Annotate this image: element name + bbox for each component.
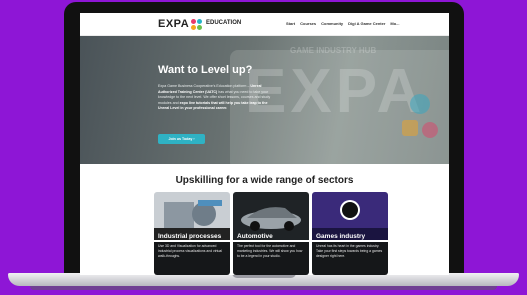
card-games-industry[interactable]: Games industry Unreal has its heart in t… [312,192,388,275]
website-screen: EXPA EDUCATION Start Courses Community D… [80,13,449,275]
section-name: EDUCATION [206,20,242,26]
top-navigation: EXPA EDUCATION Start Courses Community D… [80,13,449,36]
menu-item-courses[interactable]: Courses [300,21,316,26]
card-automotive[interactable]: Automotive The perfect tool for the auto… [233,192,309,275]
card-label: Games industry [316,233,366,240]
card-description: The perfect tool for the automotive and … [233,242,309,275]
menu-item-community[interactable]: Community [321,21,343,26]
logo-dots-icon [191,18,203,30]
card-description: Use 3D and Visualization for advanced in… [154,242,230,275]
menu-item-start[interactable]: Start [286,21,295,26]
main-menu: Start Courses Community Digi A Game Cent… [286,21,400,26]
menu-item-more[interactable]: Mo... [390,21,399,26]
card-label: Automotive [237,233,273,240]
card-label: Industrial processes [158,233,222,240]
decorative-shapes-icon [402,94,438,138]
site-logo[interactable]: EXPA [158,17,203,31]
hero-title: Want to Level up? [158,64,253,76]
hero-banner: GAME INDUSTRY HUB EXPA Want to Level up?… [80,36,449,164]
hero-backdrop-caption: GAME INDUSTRY HUB [290,46,377,55]
card-description: Unreal has its heart in the games indust… [312,242,388,275]
hero-description: Expa Game Business Cooperative's Educati… [158,84,271,111]
logo-text: EXPA [158,18,190,30]
menu-item-game-center[interactable]: Digi A Game Center [348,21,385,26]
sectors-heading: Upskilling for a wide range of sectors [175,175,354,186]
join-us-button[interactable]: Join us Today › [158,134,205,144]
card-industrial-processes[interactable]: Industrial processes Use 3D and Visualiz… [154,192,230,275]
laptop-shadow [30,286,497,290]
